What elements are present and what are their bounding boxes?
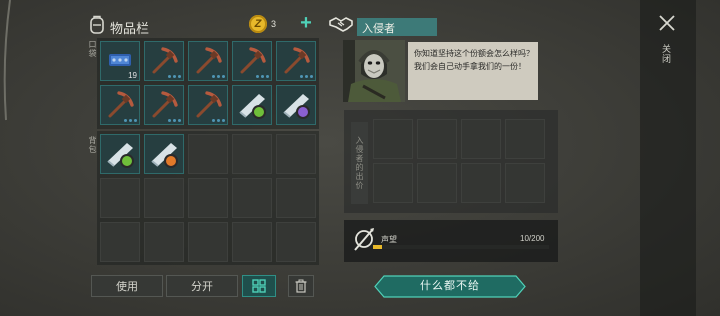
backpack-slot[interactable] (144, 134, 184, 174)
trader-portrait (343, 40, 405, 102)
backpack-slot[interactable] (188, 134, 228, 174)
give-nothing-button[interactable]: 什么都不给 (374, 275, 526, 298)
backpack-slot[interactable] (232, 222, 272, 262)
offer-slot[interactable] (461, 119, 501, 159)
reputation-value: 10/200 (520, 234, 545, 243)
pocket-slot[interactable]: 19 (100, 41, 140, 81)
offer-slot[interactable] (417, 119, 457, 159)
pocket-slot[interactable] (188, 85, 228, 125)
handshake-icon (328, 14, 354, 39)
backpack-slot[interactable] (100, 222, 140, 262)
offer-slot[interactable] (505, 119, 545, 159)
blueprint-green-icon (235, 88, 269, 122)
close-label: 关闭 (661, 44, 671, 64)
trader-name: 入侵者 (362, 23, 395, 35)
durability-dots (168, 75, 181, 78)
offer-slot[interactable] (505, 163, 545, 203)
grid-icon (252, 279, 266, 293)
offer-slot[interactable] (373, 119, 413, 159)
use-button[interactable]: 使用 (91, 275, 163, 297)
pocket-slot[interactable] (100, 85, 140, 125)
backpack-slot[interactable] (188, 222, 228, 262)
give-nothing-label: 什么都不给 (420, 280, 480, 292)
pickaxe-icon (103, 88, 137, 122)
speech-text: 你知道坚持这个份额会怎么样吗？我们会自己动手拿我们的一份！ (414, 49, 534, 71)
grid-view-button[interactable] (242, 275, 276, 297)
pickaxe-icon (279, 44, 313, 78)
durability-dots (256, 75, 269, 78)
durability-dots (212, 119, 225, 122)
pickaxe-icon (235, 44, 269, 78)
trader-offer-label: 入侵者的出价 (351, 122, 368, 204)
backpack-slot[interactable] (276, 178, 316, 218)
pickaxe-icon (191, 44, 225, 78)
backpack-slot[interactable] (232, 134, 272, 174)
durability-dots (212, 75, 225, 78)
durability-dots (168, 119, 181, 122)
backpack-slot[interactable] (276, 222, 316, 262)
blueprint-orange-icon (147, 137, 181, 171)
edge-decoration (3, 0, 11, 121)
durability-dots (124, 119, 137, 122)
pocket-slot[interactable] (232, 41, 272, 81)
offer-slot[interactable] (417, 163, 457, 203)
durability-dots (300, 75, 313, 78)
blueprint-purple-icon (279, 88, 313, 122)
reputation-bar-fill (373, 245, 382, 249)
inventory-title: 物品栏 (110, 21, 150, 36)
coin-count: 3 (271, 19, 277, 29)
close-icon (659, 15, 675, 31)
backpack-slot[interactable] (232, 178, 272, 218)
pickaxe-icon (147, 44, 181, 78)
coin-icon: Z (249, 15, 267, 33)
pickaxe-icon (147, 88, 181, 122)
pocket-slot[interactable] (144, 41, 184, 81)
pocket-slot[interactable] (144, 85, 184, 125)
backpack-slot[interactable] (188, 178, 228, 218)
trash-button[interactable] (288, 275, 314, 297)
reputation-label: 声望 (381, 235, 397, 244)
backpack-slot[interactable] (100, 178, 140, 218)
backpack-slot[interactable] (100, 134, 140, 174)
reputation-icon (352, 226, 376, 257)
offer-slot[interactable] (373, 163, 413, 203)
close-button[interactable] (656, 12, 678, 34)
pocket-slot[interactable] (232, 85, 272, 125)
blueprint-green-icon (103, 137, 137, 171)
add-coins-button[interactable]: + (296, 13, 316, 33)
reputation-bar (373, 245, 549, 249)
pocket-slot[interactable] (276, 41, 316, 81)
backpack-slot[interactable] (144, 178, 184, 218)
trash-icon (295, 279, 307, 293)
pocket-slot[interactable] (188, 41, 228, 81)
offer-slot[interactable] (461, 163, 501, 203)
backpack-slot[interactable] (144, 222, 184, 262)
split-button[interactable]: 分开 (166, 275, 238, 297)
inventory-icon (88, 15, 106, 35)
pocket-slot[interactable] (276, 85, 316, 125)
pickaxe-icon (191, 88, 225, 122)
backpack-slot[interactable] (276, 134, 316, 174)
item-count: 19 (128, 71, 137, 80)
